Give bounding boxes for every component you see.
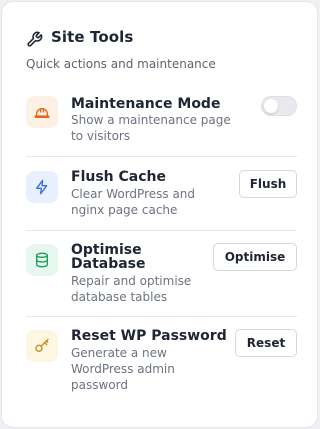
tool-row-reset-wp-password: Reset WP Password Generate a new WordPre… [26, 328, 297, 394]
key-icon [26, 330, 58, 362]
card-title: Site Tools [51, 28, 134, 46]
tool-row-optimise-database: Optimise Database Repair and optimise da… [26, 242, 297, 306]
site-tools-card: Site Tools Quick actions and maintenance… [1, 1, 318, 428]
hard-hat-icon [26, 96, 58, 128]
tool-name-line: Database [71, 256, 146, 272]
tool-name: Maintenance Mode [71, 96, 221, 112]
maintenance-mode-toggle[interactable] [261, 96, 297, 116]
tool-row-flush-cache: Flush Cache Clear WordPress and nginx pa… [26, 169, 297, 219]
tool-description-line: database tables [71, 290, 168, 304]
tool-description-line: Clear WordPress and [71, 187, 196, 201]
divider [26, 316, 297, 317]
reset-button[interactable]: Reset [235, 329, 297, 357]
tool-description-line: Generate a new [71, 346, 167, 360]
toggle-knob [264, 99, 278, 113]
tool-description-line: password [71, 378, 128, 392]
tool-name: Flush Cache [71, 169, 166, 185]
tool-description-line: Repair and optimise [71, 274, 192, 288]
tool-description-line: WordPress admin [71, 362, 175, 376]
divider [26, 230, 297, 231]
tool-row-maintenance-mode: Maintenance Mode Show a maintenance page… [26, 94, 297, 144]
tool-description-line: to visitors [71, 129, 131, 143]
database-icon [26, 244, 58, 276]
tool-name: Reset WP Password [71, 328, 227, 344]
wrench-icon [27, 31, 43, 47]
optimise-button[interactable]: Optimise [213, 243, 297, 271]
card-subtitle: Quick actions and maintenance [26, 57, 216, 71]
flush-button[interactable]: Flush [239, 170, 297, 198]
divider [26, 156, 297, 157]
tool-description-line: Show a maintenance page [71, 113, 231, 127]
lightning-icon [26, 171, 58, 203]
tool-description-line: nginx page cache [71, 203, 178, 217]
